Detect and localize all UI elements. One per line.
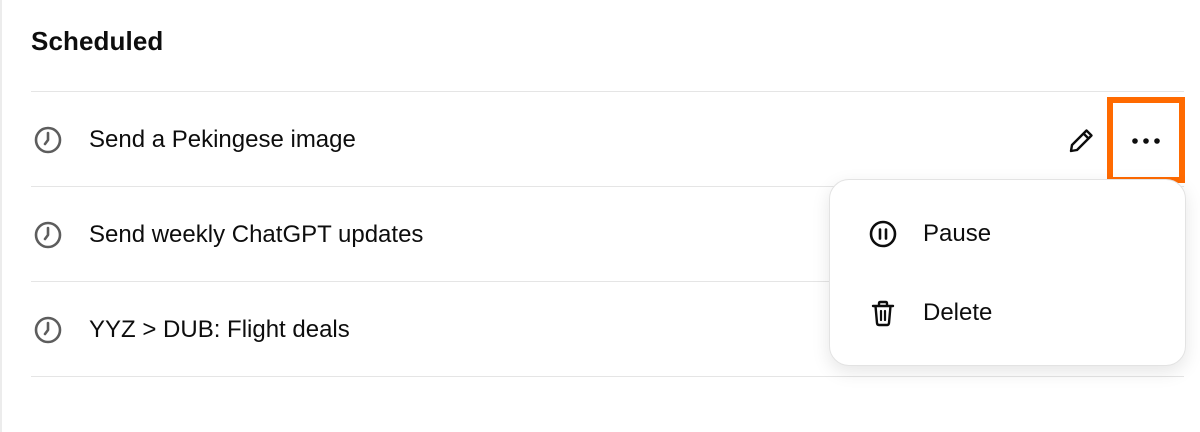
divider	[31, 376, 1184, 377]
pencil-icon[interactable]	[1065, 125, 1097, 157]
clock-icon	[34, 221, 62, 249]
section-title: Scheduled	[31, 26, 164, 56]
menu-item-label: Delete	[923, 299, 993, 326]
task-label: YYZ > DUB: Flight deals	[89, 316, 350, 343]
menu-item-pause[interactable]: Pause	[830, 199, 1185, 269]
task-label: Send a Pekingese image	[89, 126, 356, 153]
pause-circle-icon	[869, 220, 897, 248]
task-row-pekingese[interactable]: Send a Pekingese image	[31, 92, 1185, 186]
trash-icon	[871, 300, 895, 327]
more-horizontal-icon[interactable]	[1125, 125, 1167, 157]
clock-icon	[34, 316, 62, 344]
page-edge	[0, 0, 2, 432]
clock-icon	[34, 126, 62, 154]
task-context-menu: Pause Delete	[829, 179, 1186, 366]
task-label: Send weekly ChatGPT updates	[89, 221, 424, 248]
menu-item-delete[interactable]: Delete	[830, 278, 1185, 348]
menu-item-label: Pause	[923, 220, 992, 247]
